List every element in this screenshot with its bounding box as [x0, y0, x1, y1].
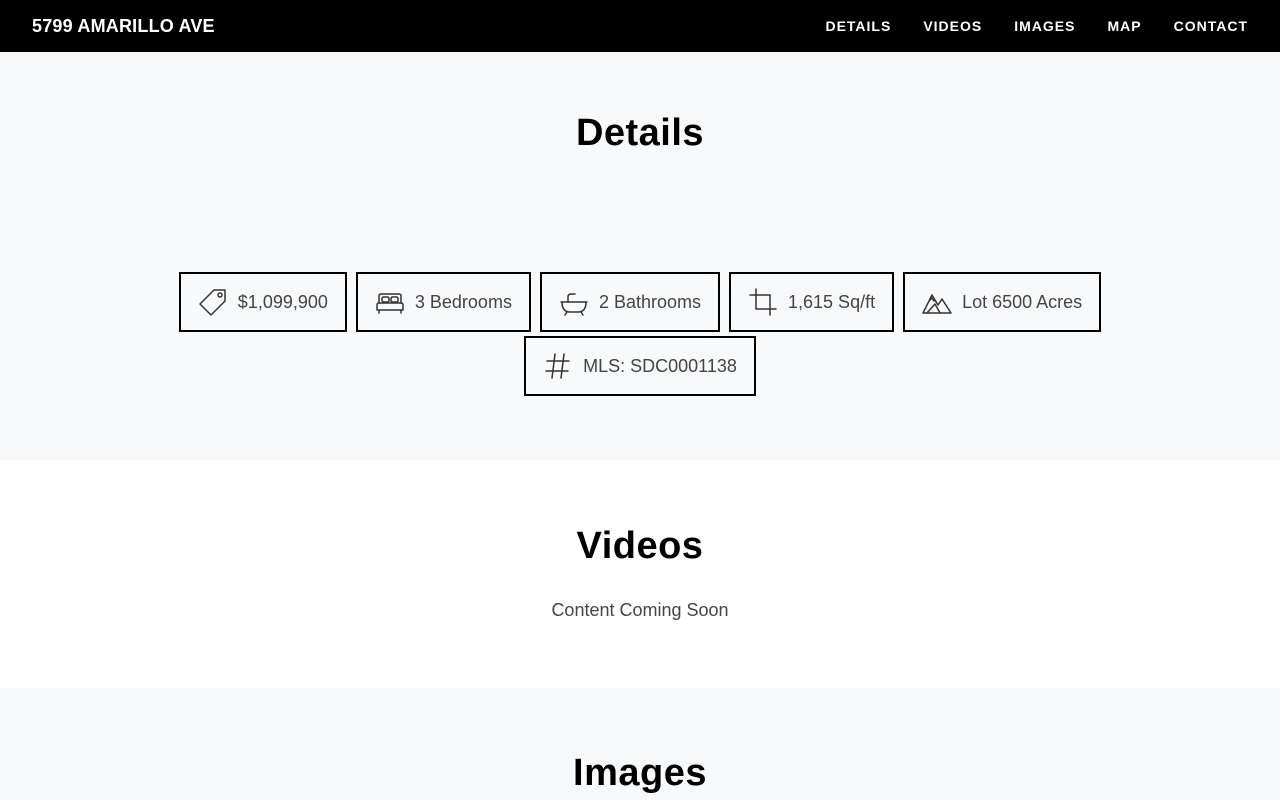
- nav-contact[interactable]: CONTACT: [1174, 18, 1248, 34]
- videos-heading: Videos: [576, 525, 704, 567]
- stat-mls: MLS: SDC0001138: [524, 336, 756, 396]
- bathtub-icon: [560, 293, 588, 316]
- stat-area-label: 1,615 Sq/ft: [788, 291, 876, 312]
- top-navbar: 5799 AMARILLO AVE DETAILS VIDEOS IMAGES …: [0, 0, 1280, 52]
- stat-bedrooms-label: 3 Bedrooms: [414, 291, 512, 312]
- nav-details[interactable]: DETAILS: [825, 18, 891, 34]
- details-stats-row-2: MLS: SDC0001138: [0, 336, 1280, 396]
- images-heading: Images: [573, 752, 707, 794]
- main-nav: DETAILS VIDEOS IMAGES MAP CONTACT: [825, 0, 1248, 52]
- crop-icon: [749, 288, 777, 316]
- stat-bathrooms: 2 Bathrooms: [539, 272, 721, 332]
- stat-lot-label: Lot 6500 Acres: [962, 291, 1083, 312]
- hash-icon: [545, 353, 570, 379]
- details-section: Details $1,099,900 3 Bedrooms 2 Bathroom…: [0, 52, 1280, 460]
- nav-videos[interactable]: VIDEOS: [923, 18, 982, 34]
- brand-link[interactable]: 5799 AMARILLO AVE: [32, 0, 215, 52]
- stat-bathrooms-label: 2 Bathrooms: [598, 291, 702, 312]
- stat-price-label: $1,099,900: [237, 291, 328, 312]
- stat-area: 1,615 Sq/ft: [729, 272, 895, 332]
- details-heading: Details: [575, 112, 705, 154]
- mountains-icon: [922, 294, 952, 314]
- images-section: Images: [0, 688, 1280, 800]
- stat-mls-label: MLS: SDC0001138: [583, 355, 737, 376]
- videos-section: Videos Content Coming Soon: [0, 460, 1280, 688]
- bed-icon: [376, 293, 404, 314]
- stat-bedrooms: 3 Bedrooms: [355, 272, 531, 332]
- stat-lot: Lot 6500 Acres: [903, 272, 1102, 332]
- nav-map[interactable]: MAP: [1107, 18, 1141, 34]
- nav-images[interactable]: IMAGES: [1014, 18, 1075, 34]
- videos-placeholder-text: Content Coming Soon: [551, 600, 729, 620]
- price-tag-icon: [199, 289, 226, 316]
- stat-price: $1,099,900: [178, 272, 347, 332]
- details-stats-row: $1,099,900 3 Bedrooms 2 Bathrooms 1,615 …: [0, 272, 1280, 332]
